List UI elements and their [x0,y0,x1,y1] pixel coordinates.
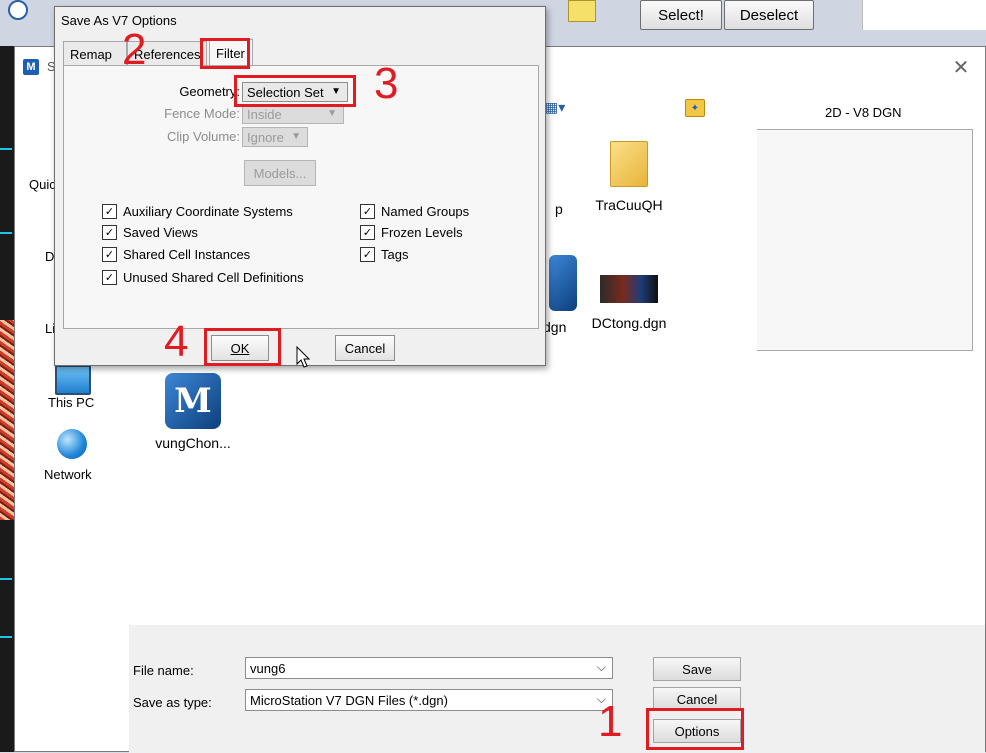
fence-mode-label: Fence Mode: [164,106,240,121]
fence-mode-select[interactable]: Inside ▼ [242,104,344,124]
highlight-filter-tab [200,38,250,69]
folder-icon [610,141,648,187]
file-name-label: File name: [133,663,194,678]
nav-desktop[interactable]: D [45,249,54,264]
select-button[interactable]: Select! [640,0,722,30]
chevron-down-icon[interactable]: ⌵ [597,660,606,675]
checkbox-label: Frozen Levels [381,225,463,240]
tab-remap[interactable]: Remap [63,41,127,67]
list-item[interactable]: M vungChon... [143,373,243,451]
checkmark-icon[interactable]: ✓ [102,270,117,285]
file-name: vungChon... [155,435,231,451]
checkbox-tags[interactable]: ✓ Tags [360,247,408,262]
this-pc-icon[interactable] [55,365,91,395]
dialog-title: Save As V7 Options [61,13,177,28]
view-menu-icon[interactable]: ▦▾ [545,99,565,116]
save-button[interactable]: Save [653,657,741,681]
dgn-thumbnail-icon [600,275,658,303]
highlight-options-button [646,708,744,750]
highlight-ok-button [204,328,281,366]
checkbox-label: Shared Cell Instances [123,247,251,262]
clip-volume-label: Clip Volume: [167,129,240,144]
save-type-value: MicroStation V7 DGN Files (*.dgn) [250,692,448,708]
file-name-partial[interactable]: dgn [543,319,566,335]
info-icon[interactable] [8,0,28,20]
step-number-1: 1 [598,697,623,746]
toolbar-blank-area [862,0,986,30]
save-type-select[interactable]: MicroStation V7 DGN Files (*.dgn) ⌵ [245,689,613,711]
checkbox-auxiliary-coordinate-systems[interactable]: ✓ Auxiliary Coordinate Systems [102,204,293,219]
save-type-label: Save as type: [133,695,212,710]
checkbox-shared-cell-instances[interactable]: ✓ Shared Cell Instances [102,247,250,262]
checkmark-icon[interactable]: ✓ [360,247,375,262]
network-icon[interactable] [57,429,87,459]
checkbox-unused-shared-cell-definitions[interactable]: ✓ Unused Shared Cell Definitions [102,270,304,285]
list-item[interactable]: DCtong.dgn [579,263,679,331]
preview-pane [751,129,973,351]
cad-line [0,232,12,234]
microstation-app-icon: M [23,59,39,75]
checkbox-label: Unused Shared Cell Definitions [123,270,304,285]
deselect-button[interactable]: Deselect [724,0,814,30]
file-name-partial[interactable]: p [555,201,563,217]
dropdown-arrow-icon: ▼ [291,131,301,142]
highlight-geometry-select [234,75,356,107]
preview-label: 2D - V8 DGN [825,105,902,120]
checkmark-icon[interactable]: ✓ [360,225,375,240]
cancel-button[interactable]: Cancel [335,335,395,361]
checkmark-icon[interactable]: ✓ [102,225,117,240]
checkbox-label: Saved Views [123,225,198,240]
nav-quick-access[interactable]: Quic [29,177,56,192]
toolbar-tool-icon[interactable] [568,0,596,22]
microstation-icon [549,255,577,311]
file-name-value: vung6 [250,660,286,676]
list-item[interactable]: TraCuuQH [579,141,679,213]
checkbox-named-groups[interactable]: ✓ Named Groups [360,204,469,219]
checkmark-icon[interactable]: ✓ [102,204,117,219]
checkbox-label: Auxiliary Coordinate Systems [123,204,293,219]
file-name: TraCuuQH [595,197,663,213]
microstation-file-icon: M [165,373,221,429]
mouse-cursor-icon [296,346,311,368]
cad-line [0,636,12,638]
clip-volume-select[interactable]: Ignore ▼ [242,127,308,147]
new-folder-icon[interactable]: ✦ [685,99,705,117]
checkbox-saved-views[interactable]: ✓ Saved Views [102,225,198,240]
checkmark-icon[interactable]: ✓ [360,204,375,219]
clip-volume-value: Ignore [247,129,284,145]
step-number-4: 4 [164,317,189,366]
fence-mode-value: Inside [247,106,282,122]
models-button[interactable]: Models... [244,160,316,186]
nav-network[interactable]: Network [44,467,92,482]
step-number-3: 3 [374,59,399,108]
geometry-label: Geometry: [179,84,240,99]
save-form-bar: File name: vung6 ⌵ Save as type: MicroSt… [129,625,985,753]
file-name: DCtong.dgn [591,315,667,331]
close-icon[interactable]: ✕ [949,55,973,79]
cad-drawing-fragment [0,320,14,520]
checkbox-frozen-levels[interactable]: ✓ Frozen Levels [360,225,463,240]
nav-this-pc[interactable]: This PC [48,395,94,410]
checkbox-label: Named Groups [381,204,470,219]
cad-line [0,148,12,150]
file-name-field[interactable]: vung6 ⌵ [245,657,613,679]
step-number-2: 2 [122,25,147,74]
cad-line [0,578,12,580]
dropdown-arrow-icon: ▼ [327,108,337,119]
checkbox-label: Tags [381,247,409,262]
checkmark-icon[interactable]: ✓ [102,247,117,262]
